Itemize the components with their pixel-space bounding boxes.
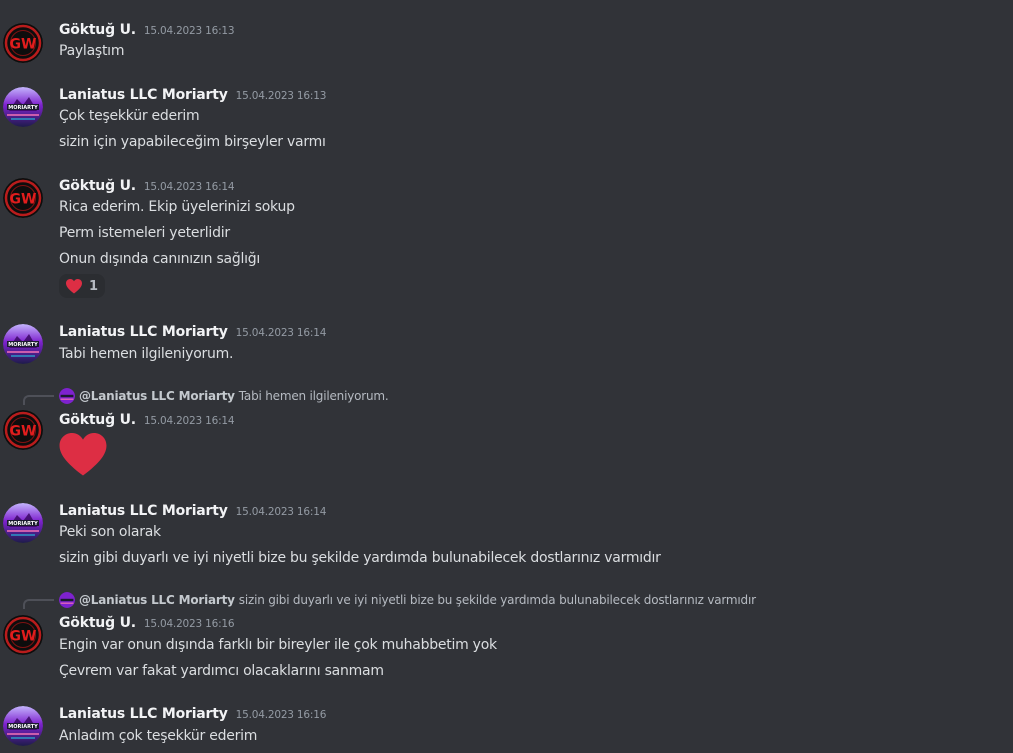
message-text: Anladım çok teşekkür ederim: [59, 728, 258, 744]
svg-text:GW: GW: [10, 192, 37, 208]
moriarty-avatar-image: MORIARTY: [3, 324, 43, 364]
reaction-count: 1: [89, 278, 99, 294]
moriarty-avatar-image: MORIARTY: [3, 706, 43, 746]
reply-spine: [23, 395, 54, 405]
avatar[interactable]: MORIARTY: [3, 503, 43, 543]
avatar[interactable]: MORIARTY: [3, 87, 43, 127]
goktug-avatar-image: GW: [3, 23, 43, 63]
goktug-avatar-image: GW: [3, 410, 43, 450]
username[interactable]: Laniatus LLC Moriarty: [59, 503, 228, 519]
timestamp: 15.04.2023 16:13: [143, 25, 235, 37]
username[interactable]: Göktuğ U.: [59, 178, 136, 194]
reply-text: Tabi hemen ilgileniyorum.: [238, 389, 389, 403]
timestamp: 15.04.2023 16:16: [235, 709, 327, 721]
username[interactable]: Laniatus LLC Moriarty: [59, 324, 228, 340]
svg-text:GW: GW: [10, 424, 37, 440]
avatar[interactable]: GW: [3, 23, 43, 63]
goktug-avatar-image: GW: [3, 615, 43, 655]
message-text: Paylaştım: [59, 43, 125, 59]
username[interactable]: Laniatus LLC Moriarty: [59, 706, 228, 722]
chat-message-list: GW Göktuğ U. 15.04.2023 16:13 Paylaştım …: [0, 0, 1013, 753]
message-header: Laniatus LLC Moriarty 15.04.2023 16:13: [59, 87, 326, 103]
timestamp: 15.04.2023 16:13: [235, 90, 327, 102]
message-header: Laniatus LLC Moriarty 15.04.2023 16:14: [59, 324, 326, 340]
reply-avatar: [59, 592, 75, 608]
goktug-avatar-image: GW: [3, 178, 43, 218]
username[interactable]: Göktuğ U.: [59, 22, 136, 38]
reply-mention[interactable]: @Laniatus LLC Moriarty: [79, 593, 235, 607]
timestamp: 15.04.2023 16:14: [143, 181, 235, 193]
heart-icon: [59, 433, 107, 476]
message-header: Laniatus LLC Moriarty 15.04.2023 16:14: [59, 503, 326, 519]
message-text: Çok teşekkür ederim: [59, 108, 200, 124]
message-text: sizin için yapabileceğim birşeyler varmı: [59, 134, 326, 150]
username[interactable]: Laniatus LLC Moriarty: [59, 87, 228, 103]
message-text: Peki son olarak: [59, 524, 161, 540]
username[interactable]: Göktuğ U.: [59, 412, 136, 428]
timestamp: 15.04.2023 16:14: [235, 327, 327, 339]
svg-text:GW: GW: [10, 37, 37, 53]
username[interactable]: Göktuğ U.: [59, 615, 136, 631]
timestamp: 15.04.2023 16:16: [143, 618, 235, 630]
reply-preview[interactable]: @Laniatus LLC Moriarty sizin gibi duyarl…: [59, 592, 756, 608]
svg-text:MORIARTY: MORIARTY: [8, 521, 38, 527]
message-header: Laniatus LLC Moriarty 15.04.2023 16:16: [59, 706, 326, 722]
avatar[interactable]: MORIARTY: [3, 706, 43, 746]
reply-text: sizin gibi duyarlı ve iyi niyetli bize b…: [238, 593, 756, 607]
svg-text:MORIARTY: MORIARTY: [8, 724, 38, 730]
avatar[interactable]: GW: [3, 615, 43, 655]
reply-preview[interactable]: @Laniatus LLC Moriarty Tabi hemen ilgile…: [59, 388, 389, 404]
heart-icon: [66, 278, 82, 293]
heart-emoji: [59, 433, 107, 481]
svg-text:MORIARTY: MORIARTY: [8, 105, 38, 111]
svg-text:MORIARTY: MORIARTY: [8, 342, 38, 348]
reaction-heart[interactable]: 1: [59, 274, 106, 298]
avatar[interactable]: GW: [3, 178, 43, 218]
message-text: Rica ederim. Ekip üyelerinizi sokup: [59, 199, 295, 215]
timestamp: 15.04.2023 16:14: [235, 506, 327, 518]
message-header: Göktuğ U. 15.04.2023 16:13: [59, 22, 235, 38]
timestamp: 15.04.2023 16:14: [143, 415, 235, 427]
moriarty-avatar-image: MORIARTY: [3, 87, 43, 127]
reply-spine: [23, 599, 54, 609]
message-header: Göktuğ U. 15.04.2023 16:16: [59, 615, 235, 631]
message-text: sizin gibi duyarlı ve iyi niyetli bize b…: [59, 550, 661, 566]
reply-avatar: [59, 388, 75, 404]
message-text: Çevrem var fakat yardımcı olacaklarını s…: [59, 663, 384, 679]
moriarty-avatar-image: MORIARTY: [3, 503, 43, 543]
moriarty-avatar-image: [59, 592, 75, 608]
message-header: Göktuğ U. 15.04.2023 16:14: [59, 178, 235, 194]
avatar[interactable]: MORIARTY: [3, 324, 43, 364]
message-text: Perm istemeleri yeterlidir: [59, 225, 230, 241]
message-text: Onun dışında canınızın sağlığı: [59, 251, 261, 267]
message-text: Engin var onun dışında farklı bir bireyl…: [59, 637, 497, 653]
message-header: Göktuğ U. 15.04.2023 16:14: [59, 412, 235, 428]
moriarty-avatar-image: [59, 388, 75, 404]
svg-text:GW: GW: [10, 629, 37, 645]
avatar[interactable]: GW: [3, 410, 43, 450]
message-text: Tabi hemen ilgileniyorum.: [59, 346, 234, 362]
reply-mention[interactable]: @Laniatus LLC Moriarty: [79, 389, 235, 403]
